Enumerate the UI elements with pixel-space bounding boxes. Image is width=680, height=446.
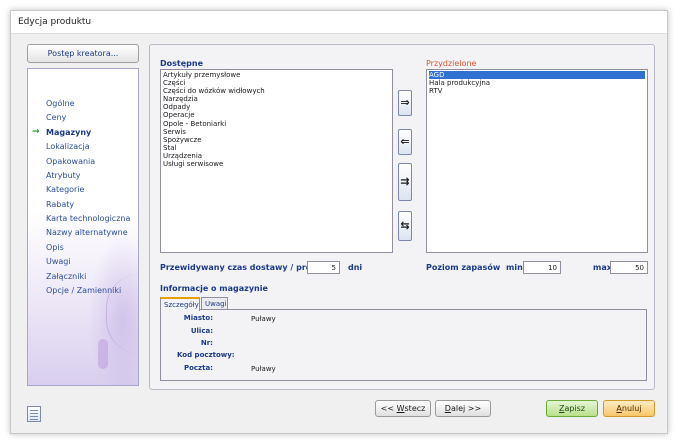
- sidebar-decoration-dot: [98, 339, 108, 369]
- back-button-prefix: <<: [380, 404, 397, 413]
- postal-code-label: Kod pocztowy:: [177, 351, 235, 359]
- active-arrow-icon: →: [32, 127, 40, 137]
- list-item[interactable]: RTV: [429, 87, 645, 95]
- document-icon[interactable]: [27, 406, 41, 422]
- sidebar-item-opcje-zamienniki[interactable]: Opcje / Zamienniki: [46, 286, 121, 295]
- stock-level-label: Poziom zapasów: [426, 263, 501, 272]
- list-item[interactable]: Hala produkcyjna: [429, 79, 645, 87]
- sidebar-item-lokalizacja[interactable]: Lokalizacja: [46, 142, 90, 151]
- remove-selected-button[interactable]: ⇐: [398, 129, 412, 155]
- list-item[interactable]: Artykuły przemysłowe: [163, 71, 390, 79]
- save-button[interactable]: Zapisz: [546, 400, 598, 417]
- delivery-unit-label: dni: [348, 263, 363, 272]
- city-value: Puławy: [251, 315, 276, 323]
- available-listbox[interactable]: Artykuły przemysłowe Części Części do wó…: [160, 69, 393, 253]
- stock-min-label: min: [506, 263, 523, 272]
- next-button[interactable]: Dalej >>: [435, 400, 491, 417]
- save-button-label: apisz: [564, 404, 586, 413]
- back-button-label: stecz: [404, 404, 426, 413]
- sidebar-item-uwagi[interactable]: Uwagi: [46, 257, 71, 266]
- add-selected-button[interactable]: ⇒: [398, 90, 412, 116]
- available-label: Dostępne: [160, 59, 203, 68]
- list-item[interactable]: Operacje: [163, 111, 390, 119]
- warehouse-info-label: Informacje o magazynie: [160, 284, 268, 293]
- street-label: Ulica:: [190, 327, 213, 335]
- list-item[interactable]: Narzędzia: [163, 95, 390, 103]
- back-button-accel: W: [396, 404, 405, 413]
- post-office-label: Poczta:: [183, 364, 213, 372]
- sidebar-item-nazwy-alternatywne[interactable]: Nazwy alternatywne: [46, 228, 128, 237]
- list-item[interactable]: Serwis: [163, 128, 390, 136]
- post-office-value: Puławy: [251, 365, 276, 373]
- assigned-listbox[interactable]: AGD Hala produkcyjna RTV: [426, 69, 648, 253]
- sidebar-item-rabaty[interactable]: Rabaty: [46, 200, 74, 209]
- list-item[interactable]: Odpady: [163, 103, 390, 111]
- cancel-button-label: nuluj: [621, 404, 642, 413]
- sidebar-item-kategorie[interactable]: Kategorie: [46, 185, 84, 194]
- sidebar-item-opakowania[interactable]: Opakowania: [46, 157, 95, 166]
- list-item[interactable]: Części do wózków widłowych: [163, 87, 390, 95]
- list-item[interactable]: Spożywcze: [163, 136, 390, 144]
- wizard-progress-button[interactable]: Postęp kreatora...: [27, 44, 139, 63]
- sidebar: → Ogólne Ceny Magazyny Lokalizacja Opako…: [27, 68, 139, 386]
- assigned-label: Przydzielone: [426, 59, 477, 68]
- delivery-time-input[interactable]: 5: [307, 261, 340, 274]
- list-item[interactable]: Usługi serwisowe: [163, 160, 390, 168]
- sidebar-item-ogolne[interactable]: Ogólne: [46, 99, 74, 108]
- city-label: Miasto:: [183, 314, 213, 322]
- add-all-button[interactable]: ⇉: [398, 163, 412, 201]
- list-item[interactable]: Opole - Betoniarki: [163, 120, 390, 128]
- number-label: Nr:: [200, 339, 213, 347]
- back-button[interactable]: << Wstecz: [375, 400, 431, 417]
- stock-max-input[interactable]: 50: [610, 261, 648, 274]
- warehouses-panel: Dostępne Artykuły przemysłowe Części Czę…: [149, 44, 655, 390]
- sidebar-item-opis[interactable]: Opis: [46, 243, 64, 252]
- list-item-selected[interactable]: AGD: [429, 71, 645, 80]
- window-body: Postęp kreatora... → Ogólne Ceny Magazyn…: [11, 33, 667, 433]
- tab-details[interactable]: Szczegóły: [160, 297, 200, 311]
- sidebar-item-zalaczniki[interactable]: Załączniki: [46, 272, 86, 281]
- list-item[interactable]: Urządzenia: [163, 152, 390, 160]
- warehouse-details-frame: Miasto: Puławy Ulica: Nr: Kod pocztowy: …: [160, 309, 647, 381]
- sidebar-item-magazyny[interactable]: Magazyny: [46, 128, 91, 137]
- list-item[interactable]: Stal: [163, 144, 390, 152]
- cancel-button[interactable]: Anuluj: [603, 400, 655, 417]
- product-edit-window: Edycja produktu Postęp kreatora... → Ogó…: [10, 10, 668, 434]
- sidebar-item-ceny[interactable]: Ceny: [46, 113, 66, 122]
- sidebar-item-atrybuty[interactable]: Atrybuty: [46, 171, 81, 180]
- swap-button[interactable]: ⇆: [398, 211, 412, 241]
- stock-min-input[interactable]: 10: [523, 261, 561, 274]
- window-title: Edycja produktu: [18, 17, 92, 27]
- next-button-label: alej >>: [450, 404, 482, 413]
- sidebar-item-karta-technologiczna[interactable]: Karta technologiczna: [46, 214, 130, 223]
- list-item[interactable]: Części: [163, 79, 390, 87]
